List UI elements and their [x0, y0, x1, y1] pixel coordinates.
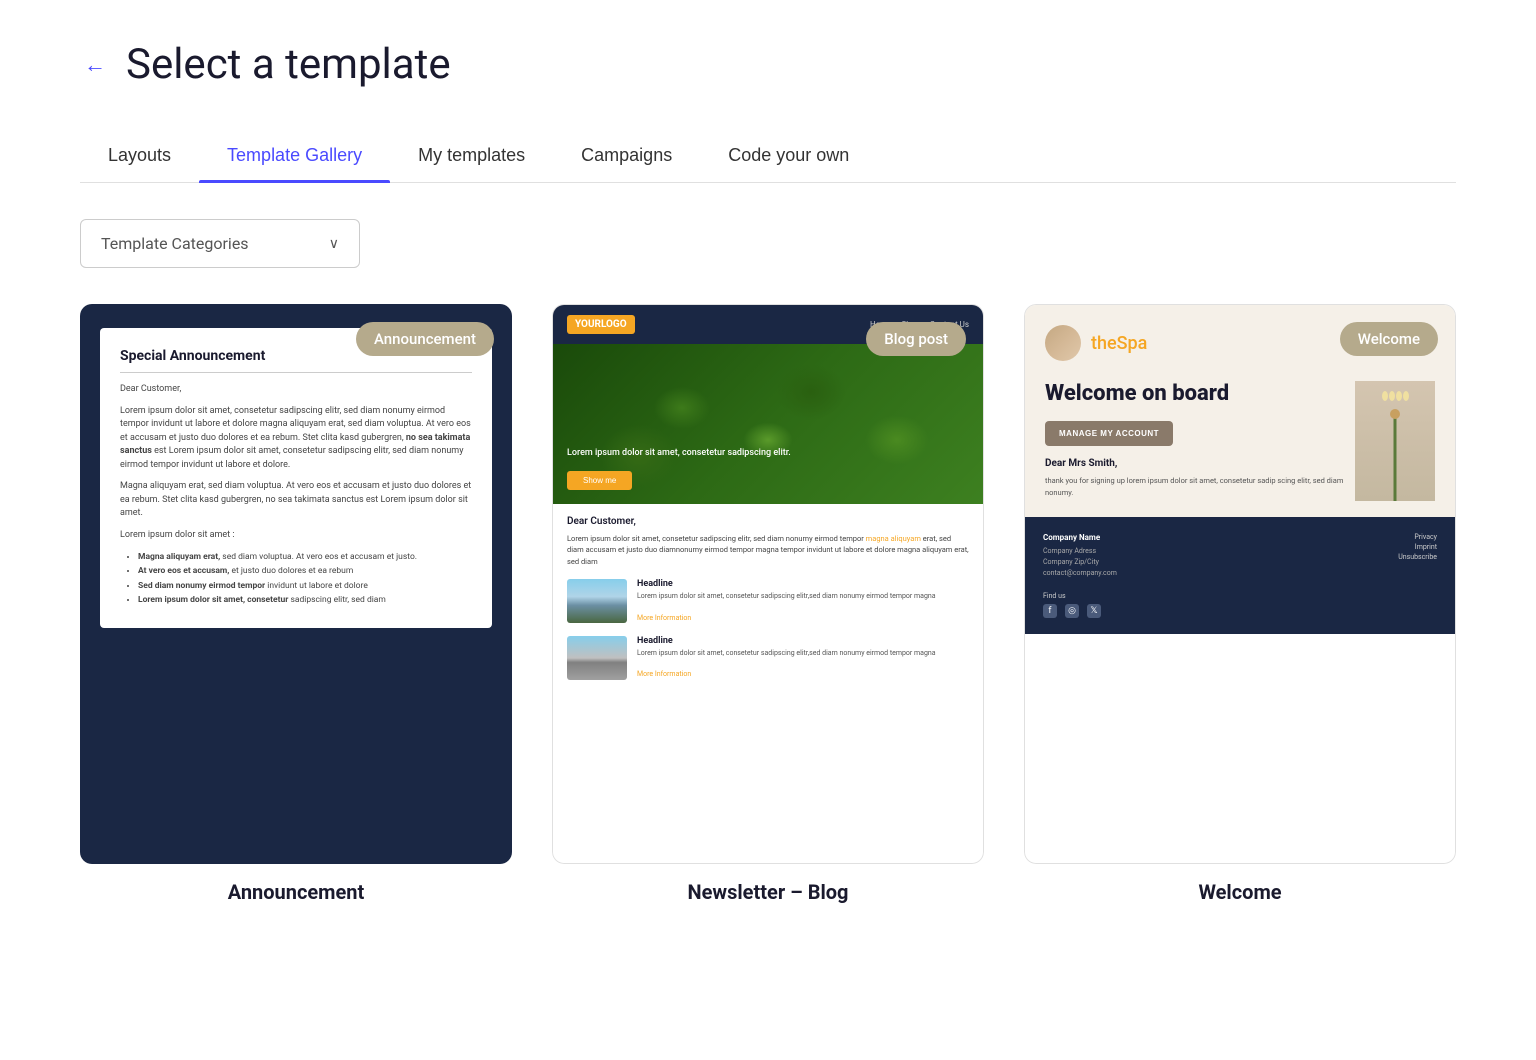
- footer-company-email: contact@company.com: [1043, 568, 1117, 579]
- template-card-blog[interactable]: Blog post YOURLOGO Home Shop Contact Us: [552, 304, 984, 864]
- article-more-2[interactable]: More Information: [637, 670, 691, 678]
- show-me-button[interactable]: Show me: [567, 471, 632, 490]
- ann-para1: Lorem ipsum dolor sit amet, consetetur s…: [120, 405, 472, 473]
- article-body-2: Lorem ipsum dolor sit amet, consetetur s…: [637, 649, 936, 659]
- petal: [1389, 391, 1395, 401]
- hero-text: Lorem ipsum dolor sit amet, consetetur s…: [567, 447, 791, 460]
- welcome-card-body: theSpa Welcome on board MANAGE MY ACCOUN…: [1024, 304, 1456, 864]
- page-container: ← Select a template Layouts Template Gal…: [0, 0, 1536, 944]
- template-item-announcement: Announcement Special Announcement Dear C…: [80, 304, 512, 904]
- welcome-template-name: Welcome: [1198, 880, 1281, 904]
- flower-center: [1390, 409, 1400, 419]
- logo-before: the: [1091, 333, 1117, 354]
- petal: [1382, 391, 1388, 401]
- welcome-logo-text: theSpa: [1091, 333, 1147, 354]
- tab-code-your-own[interactable]: Code your own: [700, 129, 877, 182]
- list-item: At vero eos et accusam, et justo duo dol…: [138, 564, 472, 578]
- facebook-icon[interactable]: f: [1043, 604, 1057, 618]
- footer-company-address: Company Adress: [1043, 546, 1117, 557]
- ann-para2: Magna aliquyam erat, sed diam voluptua. …: [120, 480, 472, 521]
- template-item-welcome: Welcome theSpa Welcome on board M: [1024, 304, 1456, 904]
- manage-account-button[interactable]: MANAGE MY ACCOUNT: [1045, 421, 1173, 446]
- flower-head: [1380, 391, 1410, 426]
- blog-hero: Lorem ipsum dolor sit amet, consetetur s…: [553, 344, 983, 504]
- logo-after: Spa: [1117, 333, 1148, 354]
- blog-template-name: Newsletter – Blog: [688, 880, 849, 904]
- welcome-badge: Welcome: [1340, 322, 1438, 356]
- list-item: Sed diam nonumy eirmod tempor invidunt u…: [138, 579, 472, 593]
- announcement-card-body: Special Announcement Dear Customer, Lore…: [80, 304, 512, 864]
- page-header: ← Select a template: [80, 40, 1456, 89]
- blog-hero-content: Lorem ipsum dolor sit amet, consetetur s…: [553, 433, 805, 504]
- footer-company-name: Company Name: [1043, 533, 1117, 542]
- template-card-welcome[interactable]: Welcome theSpa Welcome on board M: [1024, 304, 1456, 864]
- announcement-inner: Special Announcement Dear Customer, Lore…: [100, 328, 492, 628]
- chevron-down-icon: ∨: [329, 236, 339, 252]
- welcome-heading: Welcome on board: [1045, 381, 1355, 407]
- blog-card-body: YOURLOGO Home Shop Contact Us Lorem ipsu…: [552, 304, 984, 864]
- welcome-text-col: Welcome on board MANAGE MY ACCOUNT Dear …: [1045, 381, 1355, 498]
- filter-row: Template Categories ∨: [80, 219, 1456, 268]
- ann-para3: Lorem ipsum dolor sit amet :: [120, 529, 472, 543]
- templates-grid: Announcement Special Announcement Dear C…: [80, 304, 1456, 904]
- welcome-logo-icon: [1045, 325, 1081, 361]
- blog-badge: Blog post: [866, 322, 966, 356]
- highlight-text: magna aliquyam: [866, 534, 921, 543]
- page-title: Select a template: [126, 40, 451, 89]
- tab-campaigns[interactable]: Campaigns: [553, 129, 700, 182]
- tab-template-gallery[interactable]: Template Gallery: [199, 129, 390, 182]
- find-us-label: Find us: [1043, 592, 1437, 600]
- flower-illustration: [1355, 381, 1435, 501]
- article-headline-2: Headline: [637, 636, 936, 646]
- list-item: Magna aliquyam erat, sed diam voluptua. …: [138, 550, 472, 564]
- ann-salutation: Dear Customer,: [120, 383, 472, 397]
- footer-imprint-link[interactable]: Imprint: [1398, 543, 1437, 551]
- announcement-badge: Announcement: [356, 322, 494, 356]
- category-label: Template Categories: [101, 234, 249, 253]
- footer-links-col: Privacy Imprint Unsubscribe: [1398, 533, 1437, 580]
- blog-body: Dear Customer, Lorem ipsum dolor sit ame…: [553, 504, 983, 863]
- twitter-icon[interactable]: 𝕏: [1087, 604, 1101, 618]
- article-more-1[interactable]: More Information: [637, 614, 691, 622]
- article-image-road: [567, 636, 627, 680]
- welcome-dear: Dear Mrs Smith,: [1045, 458, 1355, 469]
- blog-logo: YOURLOGO: [567, 315, 635, 334]
- instagram-icon[interactable]: ◎: [1065, 604, 1079, 618]
- footer-company-col: Company Name Company Adress Company Zip/…: [1043, 533, 1117, 580]
- article-image-mountains: [567, 579, 627, 623]
- welcome-body: thank you for signing up lorem ipsum dol…: [1045, 475, 1355, 498]
- list-item: Lorem ipsum dolor sit amet, consetetur s…: [138, 593, 472, 607]
- flower-stem: [1394, 417, 1397, 501]
- footer-privacy-link[interactable]: Privacy: [1398, 533, 1437, 541]
- footer-company-zip: Company Zip/City: [1043, 557, 1117, 568]
- article-text-1: Headline Lorem ipsum dolor sit amet, con…: [637, 579, 936, 624]
- tab-my-templates[interactable]: My templates: [390, 129, 553, 182]
- article-body-1: Lorem ipsum dolor sit amet, consetetur s…: [637, 592, 936, 602]
- petal: [1396, 391, 1402, 401]
- blog-salutation: Dear Customer,: [567, 516, 969, 527]
- back-button[interactable]: ←: [80, 48, 110, 82]
- road-illustration: [567, 636, 627, 680]
- tab-layouts[interactable]: Layouts: [80, 129, 199, 182]
- welcome-flower-image: [1355, 381, 1435, 501]
- mountains-illustration: [567, 579, 627, 623]
- article-headline-1: Headline: [637, 579, 936, 589]
- template-item-blog: Blog post YOURLOGO Home Shop Contact Us: [552, 304, 984, 904]
- footer-unsubscribe-link[interactable]: Unsubscribe: [1398, 553, 1437, 561]
- tabs-row: Layouts Template Gallery My templates Ca…: [80, 129, 1456, 183]
- blog-intro: Lorem ipsum dolor sit amet, consetetur s…: [567, 533, 969, 567]
- blog-article-2: Headline Lorem ipsum dolor sit amet, con…: [567, 636, 969, 681]
- footer-top: Company Name Company Adress Company Zip/…: [1043, 533, 1437, 580]
- category-dropdown[interactable]: Template Categories ∨: [80, 219, 360, 268]
- article-text-2: Headline Lorem ipsum dolor sit amet, con…: [637, 636, 936, 681]
- welcome-footer: Company Name Company Adress Company Zip/…: [1025, 517, 1455, 634]
- petal: [1403, 391, 1409, 401]
- welcome-content-row: Welcome on board MANAGE MY ACCOUNT Dear …: [1045, 381, 1435, 517]
- blog-article-1: Headline Lorem ipsum dolor sit amet, con…: [567, 579, 969, 624]
- ann-bullet-list: Magna aliquyam erat, sed diam voluptua. …: [128, 550, 472, 608]
- announcement-template-name: Announcement: [228, 880, 365, 904]
- social-icons-row: f ◎ 𝕏: [1043, 604, 1437, 618]
- template-card-announcement[interactable]: Announcement Special Announcement Dear C…: [80, 304, 512, 864]
